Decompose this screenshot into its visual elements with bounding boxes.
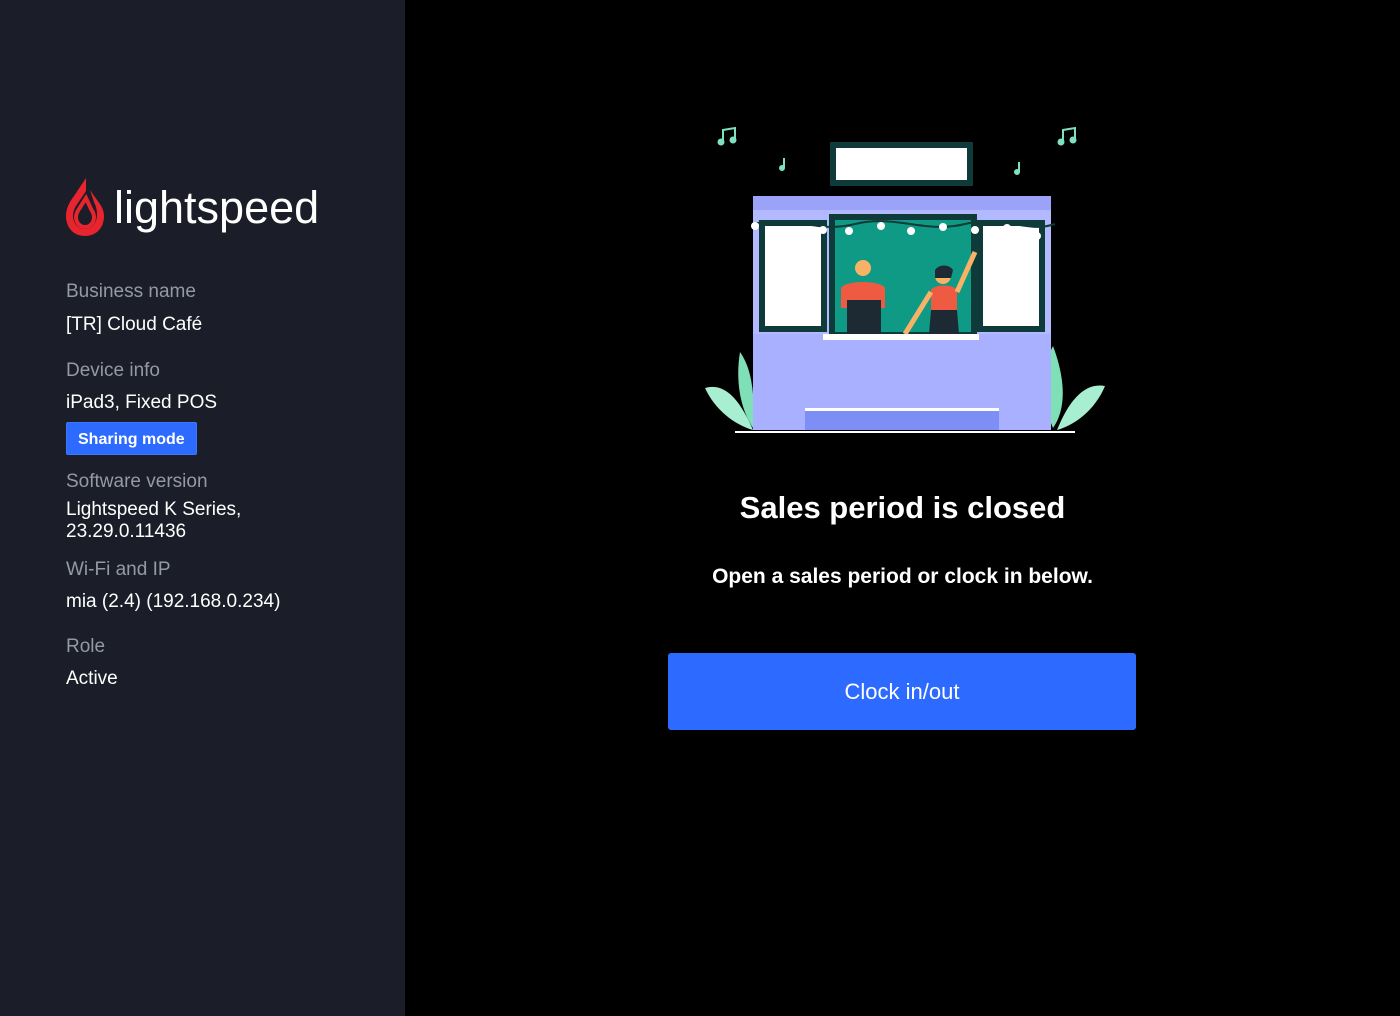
brand-logo: lightspeed [64,176,319,238]
software-version-value-line2: 23.29.0.11436 [66,521,187,542]
wifi-label: Wi-Fi and IP [66,559,171,580]
main-panel: Sales period is closed Open a sales peri… [405,0,1400,1016]
sidebar: lightspeed Business name [TR] Cloud Café… [0,0,405,1016]
business-name-value: [TR] Cloud Café [66,314,203,335]
software-version-label: Software version [66,471,208,492]
role-value: Active [66,668,118,689]
brand-name: lightspeed [114,181,320,233]
role-label: Role [66,636,106,657]
clock-in-out-button[interactable]: Clock in/out [668,653,1136,730]
software-version-value-line1: Lightspeed K Series, [66,499,242,520]
page-title: Sales period is closed [739,490,1066,525]
lightspeed-flame-icon [66,178,104,236]
wifi-value: mia (2.4) (192.168.0.234) [66,591,281,612]
cafe-storefront-illustration [705,126,1105,433]
device-info-panel: Business name [TR] Cloud Café Device inf… [66,280,386,690]
device-info-value: iPad3, Fixed POS [66,392,218,413]
page-subtitle: Open a sales period or clock in below. [712,565,1093,588]
sharing-mode-badge: Sharing mode [66,422,197,455]
business-name-label: Business name [66,281,196,302]
device-info-label: Device info [66,360,160,381]
